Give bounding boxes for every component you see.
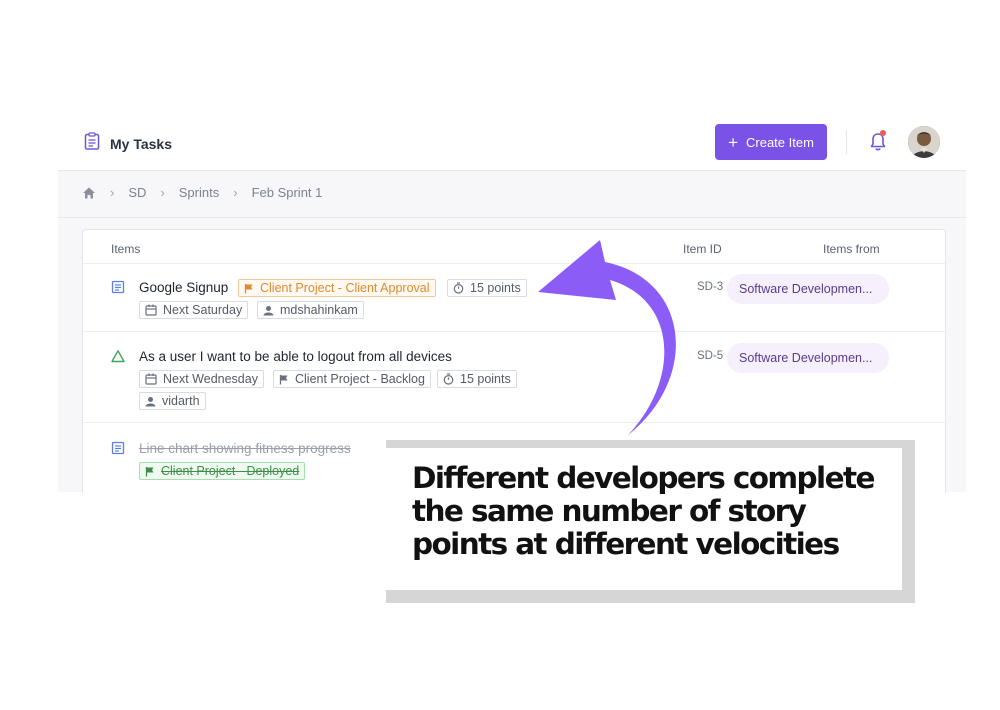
- points-label: 15 points: [460, 372, 511, 386]
- chevron-right-icon: ›: [160, 185, 165, 200]
- breadcrumb-sprint[interactable]: Feb Sprint 1: [252, 185, 323, 200]
- create-item-label: Create Item: [746, 134, 814, 150]
- items-from-pill[interactable]: Software Developmen...: [727, 274, 889, 304]
- calendar-icon: [145, 373, 157, 385]
- table-row[interactable]: Google Signup Client Project - Client Ap…: [83, 264, 945, 332]
- flag-icon: [145, 466, 154, 476]
- item-title[interactable]: Google Signup: [139, 280, 228, 295]
- assignee-label: vidarth: [162, 394, 200, 408]
- due-date-badge[interactable]: Next Wednesday: [139, 370, 264, 388]
- status-badge[interactable]: Client Project - Deployed: [139, 462, 306, 480]
- column-header-items[interactable]: Items: [111, 242, 140, 256]
- home-icon[interactable]: [82, 186, 96, 200]
- points-badge[interactable]: 15 points: [447, 279, 527, 297]
- status-badge[interactable]: Client Project - Backlog: [273, 370, 431, 388]
- timer-icon: [453, 282, 464, 294]
- due-date-label: Next Saturday: [163, 303, 243, 317]
- items-from-pill[interactable]: Software Developmen...: [727, 343, 889, 373]
- breadcrumb-divider: [58, 217, 966, 218]
- breadcrumb-sd[interactable]: SD: [128, 185, 146, 200]
- item-id: SD-5: [697, 350, 724, 362]
- caption-text: Different developers complete the same n…: [412, 461, 875, 561]
- item-title[interactable]: Line chart showing fitness progress: [139, 441, 351, 456]
- column-header-item-id[interactable]: Item ID: [683, 242, 722, 256]
- notification-dot: [880, 130, 886, 136]
- document-icon: [111, 441, 125, 455]
- app-header: My Tasks: [84, 132, 172, 155]
- document-icon: [111, 280, 125, 294]
- points-label: 15 points: [470, 281, 521, 295]
- due-date-label: Next Wednesday: [163, 372, 258, 386]
- clipboard-icon: [84, 132, 100, 155]
- item-id: SD-3: [697, 281, 724, 293]
- chevron-right-icon: ›: [233, 185, 238, 200]
- status-label: Client Project - Backlog: [295, 372, 425, 386]
- status-label: Client Project - Deployed: [161, 464, 300, 478]
- points-badge[interactable]: 15 points: [437, 370, 517, 388]
- flag-icon: [279, 374, 288, 384]
- curved-arrow-icon: [538, 240, 676, 435]
- divider: [846, 130, 847, 154]
- flag-icon: [244, 283, 253, 293]
- table-header: Items Item ID Items from: [83, 230, 945, 264]
- plus-icon: +: [728, 132, 738, 152]
- calendar-icon: [145, 304, 157, 316]
- assignee-label: mdshahinkam: [280, 303, 358, 317]
- avatar[interactable]: [908, 126, 940, 158]
- table-row[interactable]: As a user I want to be able to logout fr…: [83, 332, 945, 423]
- item-title[interactable]: As a user I want to be able to logout fr…: [139, 349, 452, 364]
- triangle-icon: [111, 350, 125, 363]
- column-header-items-from[interactable]: Items from: [823, 242, 880, 256]
- assignee-badge[interactable]: vidarth: [139, 392, 206, 410]
- create-item-button[interactable]: + Create Item: [715, 124, 827, 160]
- user-icon: [263, 305, 274, 315]
- status-badge[interactable]: Client Project - Client Approval: [238, 279, 436, 297]
- user-icon: [145, 396, 156, 406]
- page-title: My Tasks: [110, 135, 172, 152]
- breadcrumb-sprints[interactable]: Sprints: [179, 185, 219, 200]
- breadcrumb: › SD › Sprints › Feb Sprint 1: [82, 185, 322, 200]
- status-label: Client Project - Client Approval: [260, 281, 430, 295]
- timer-icon: [443, 373, 454, 385]
- top-bar: My Tasks + Create Item: [58, 118, 966, 170]
- chevron-right-icon: ›: [110, 185, 115, 200]
- due-date-badge[interactable]: Next Saturday: [139, 301, 249, 319]
- assignee-badge[interactable]: mdshahinkam: [257, 301, 364, 319]
